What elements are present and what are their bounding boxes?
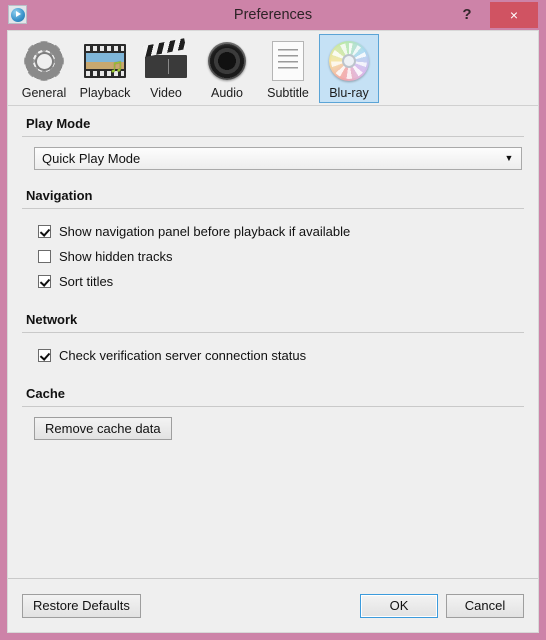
tab-video[interactable]: Video	[136, 34, 196, 103]
category-toolbar: General ♫ Playback Video Audio Subtitle …	[8, 31, 538, 106]
checkbox-check-verification-server-label: Check verification server connection sta…	[59, 348, 307, 363]
navigation-divider	[22, 208, 524, 209]
tab-general[interactable]: General	[14, 34, 74, 103]
tab-general-label: General	[21, 86, 67, 100]
tab-playback[interactable]: ♫ Playback	[75, 34, 135, 103]
preferences-window: Preferences ? × General ♫ Playback Video…	[0, 0, 546, 640]
tab-audio-label: Audio	[211, 86, 243, 100]
network-divider	[22, 332, 524, 333]
document-icon	[264, 37, 312, 85]
play-mode-dropdown-value: Quick Play Mode	[42, 151, 141, 166]
checkbox-show-navigation-panel[interactable]: Show navigation panel before playback if…	[38, 219, 524, 244]
navigation-heading: Navigation	[26, 188, 93, 203]
checkbox-sort-titles-label: Sort titles	[59, 274, 114, 289]
tab-audio[interactable]: Audio	[197, 34, 257, 103]
dialog-footer: Restore Defaults OK Cancel	[8, 578, 538, 632]
clapper-icon	[142, 37, 190, 85]
checkbox-show-hidden-tracks[interactable]: Show hidden tracks	[38, 244, 524, 269]
speaker-icon	[203, 37, 251, 85]
help-button[interactable]: ?	[454, 0, 480, 29]
title-bar: Preferences ? ×	[0, 0, 546, 30]
tab-bluray[interactable]: Blu-ray	[319, 34, 379, 103]
checkbox-show-hidden-tracks-label: Show hidden tracks	[59, 249, 173, 264]
checkbox-show-hidden-tracks-box[interactable]	[38, 250, 51, 263]
ok-button[interactable]: OK	[360, 593, 438, 618]
checkbox-show-navigation-panel-box[interactable]	[38, 225, 51, 238]
cache-heading: Cache	[26, 386, 66, 401]
network-heading: Network	[26, 312, 78, 327]
checkbox-sort-titles[interactable]: Sort titles	[38, 269, 524, 294]
tab-video-label: Video	[150, 86, 182, 100]
play-mode-heading: Play Mode	[26, 116, 91, 131]
cache-button-wrap: Remove cache data	[34, 417, 524, 440]
section-network: Network Check verification server connec…	[22, 312, 524, 368]
cancel-button[interactable]: Cancel	[446, 593, 524, 618]
restore-defaults-button[interactable]: Restore Defaults	[22, 593, 141, 618]
tab-subtitle-label: Subtitle	[267, 86, 309, 100]
section-navigation: Navigation Show navigation panel before …	[22, 188, 524, 294]
section-play-mode: Play Mode Quick Play Mode ▼	[22, 116, 524, 170]
remove-cache-data-button[interactable]: Remove cache data	[34, 417, 172, 440]
film-icon: ♫	[81, 37, 129, 85]
checkbox-show-navigation-panel-label: Show navigation panel before playback if…	[59, 224, 351, 239]
section-cache: Cache Remove cache data	[22, 386, 524, 440]
tab-bluray-label: Blu-ray	[329, 86, 369, 100]
dialog-client-area: General ♫ Playback Video Audio Subtitle …	[7, 30, 539, 633]
checkbox-check-verification-server[interactable]: Check verification server connection sta…	[38, 343, 524, 368]
checkbox-check-verification-server-box[interactable]	[38, 349, 51, 362]
play-mode-dropdown[interactable]: Quick Play Mode ▼	[34, 147, 522, 170]
cache-divider	[22, 406, 524, 407]
settings-content: Play Mode Quick Play Mode ▼ Navigation S…	[8, 106, 538, 578]
tab-subtitle[interactable]: Subtitle	[258, 34, 318, 103]
chevron-down-icon: ▼	[504, 153, 514, 163]
tab-playback-label: Playback	[79, 86, 131, 100]
disc-icon	[325, 37, 373, 85]
checkbox-sort-titles-box[interactable]	[38, 275, 51, 288]
play-mode-divider	[22, 136, 524, 137]
close-button[interactable]: ×	[490, 2, 538, 28]
gear-icon	[20, 37, 68, 85]
